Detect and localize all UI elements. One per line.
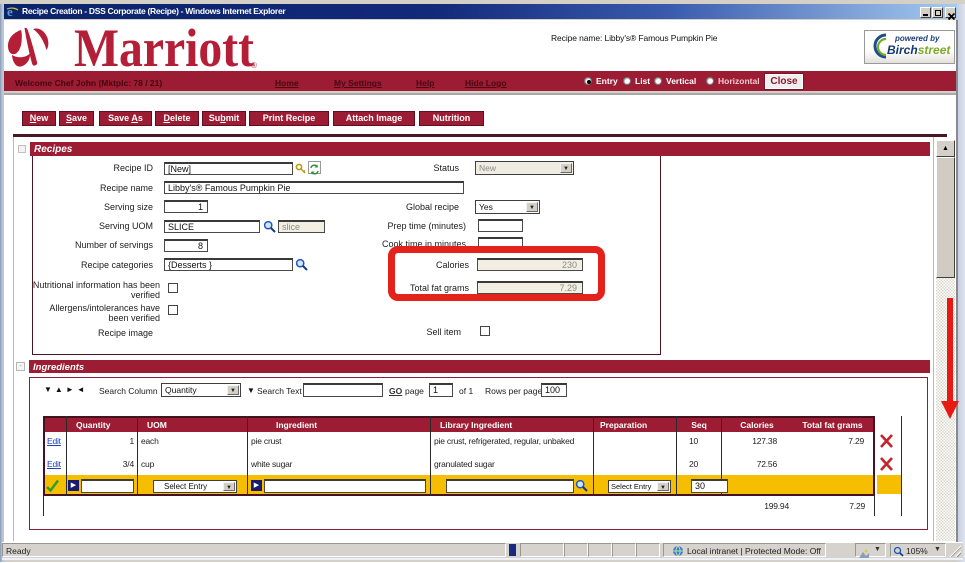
svg-text:e: e bbox=[7, 5, 13, 18]
svg-text:®: ® bbox=[251, 61, 257, 70]
svg-text:powered by: powered by bbox=[894, 34, 940, 43]
svg-text:Birchstreet: Birchstreet bbox=[887, 43, 951, 57]
svg-text:Marriott: Marriott bbox=[74, 24, 254, 74]
